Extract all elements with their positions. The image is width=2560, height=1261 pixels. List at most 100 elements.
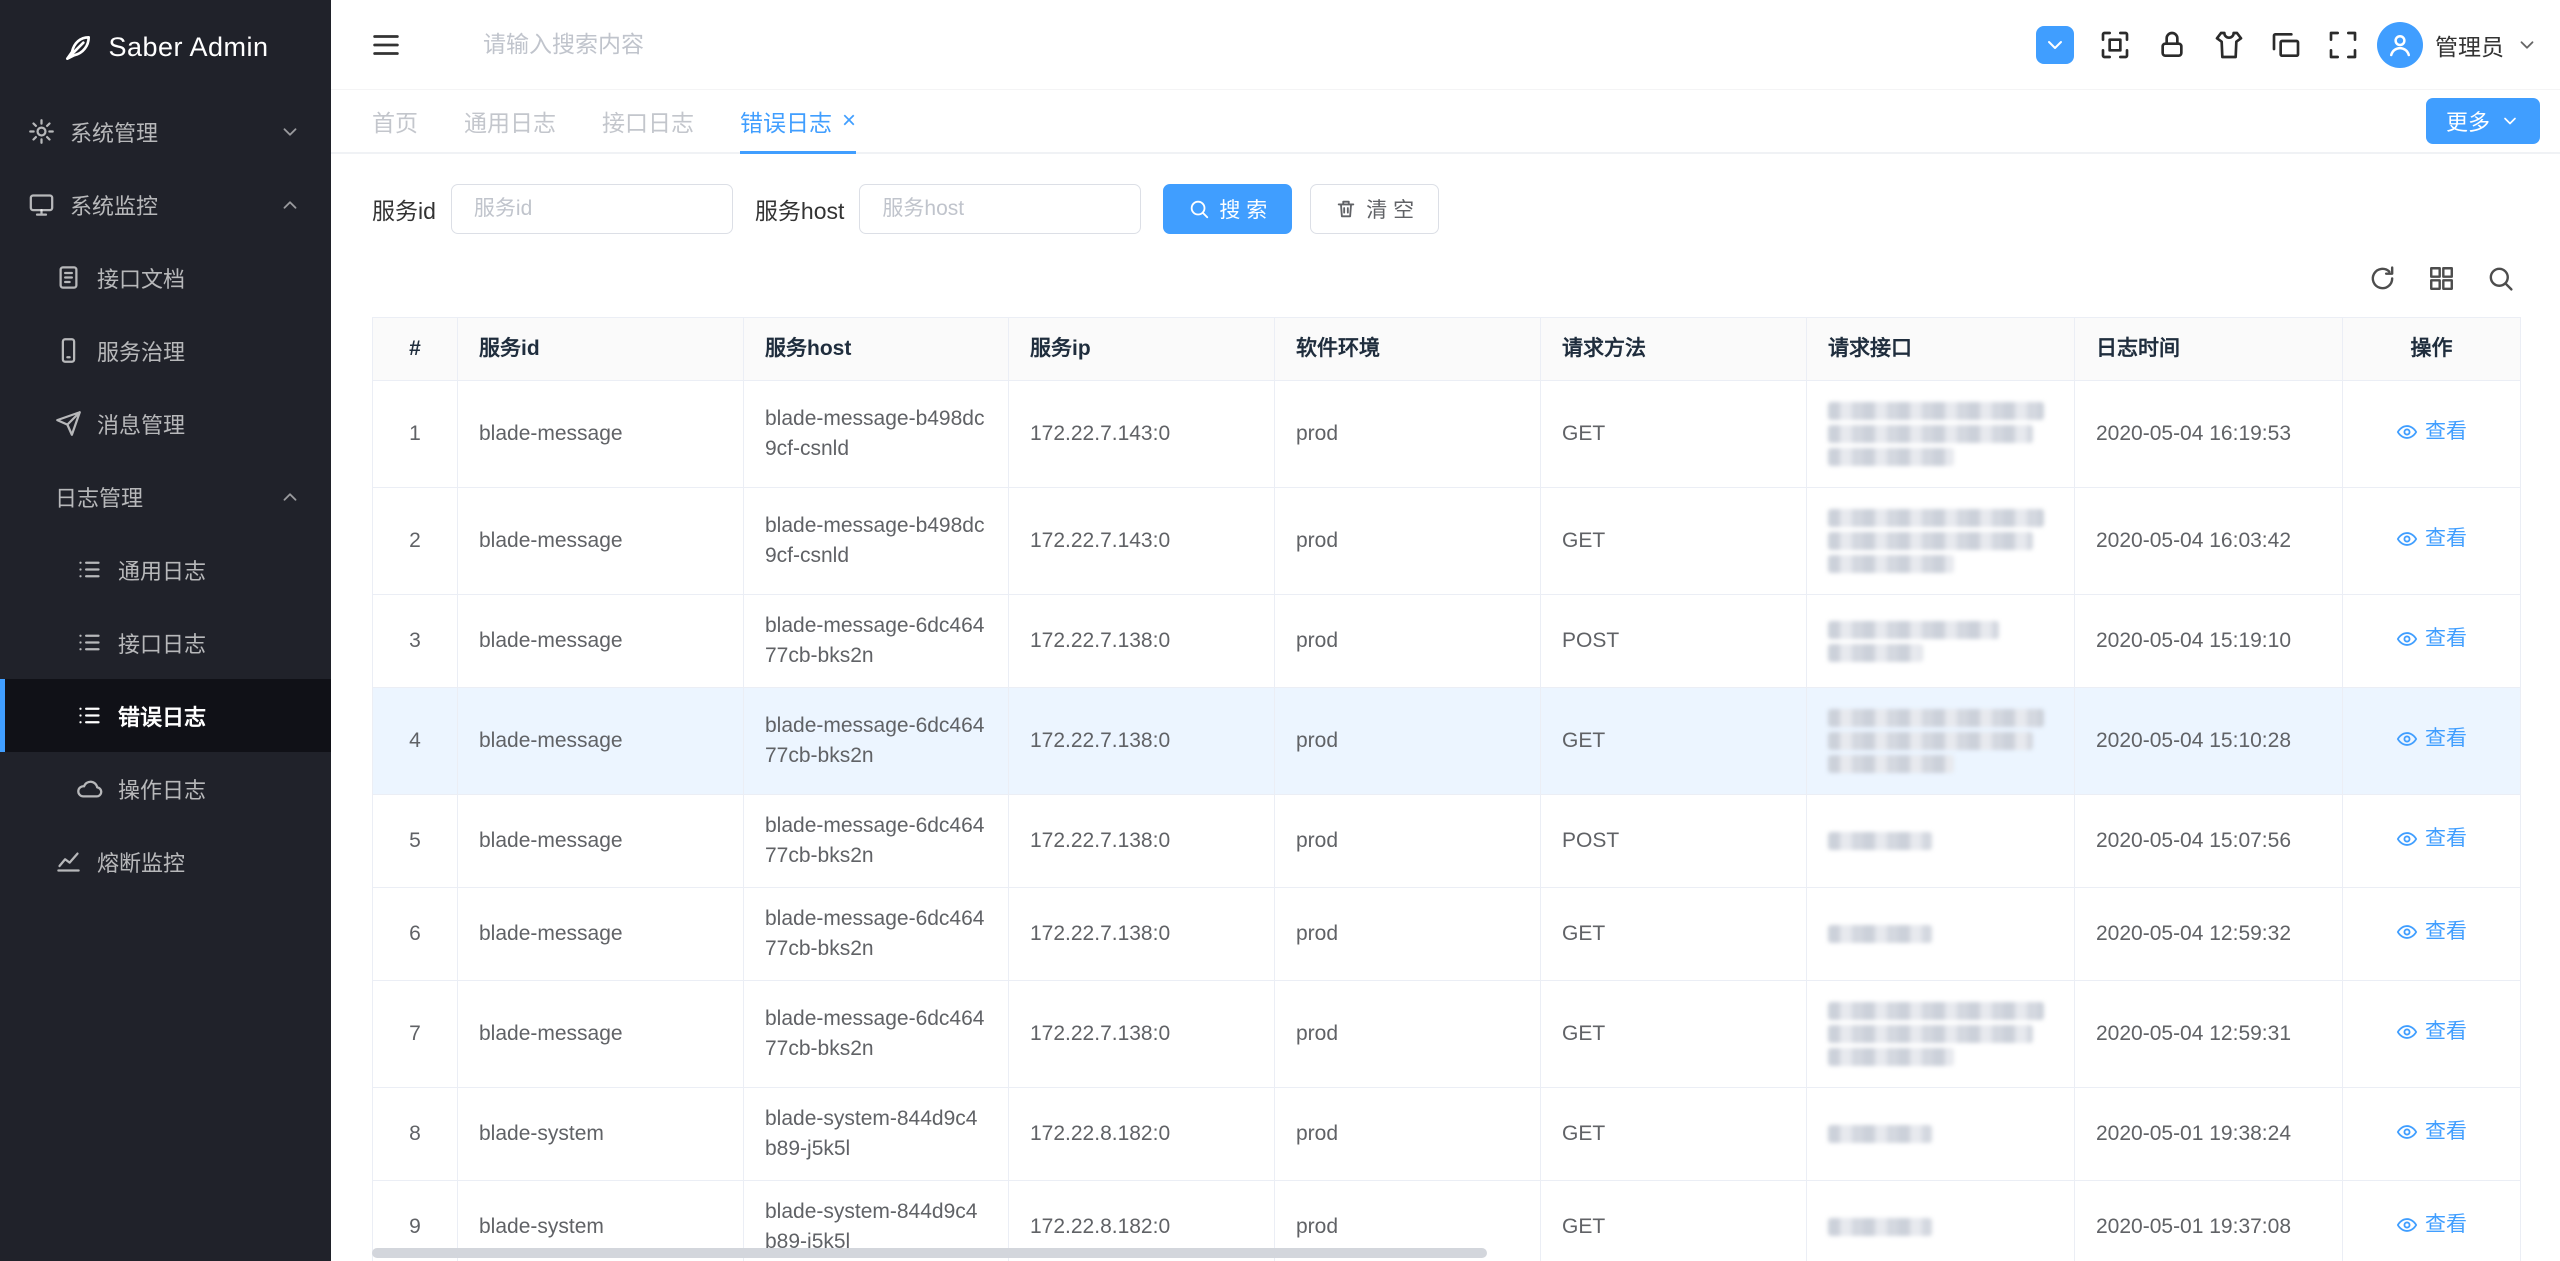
cell-request-api <box>1807 381 2075 488</box>
tab-0[interactable]: 首页 <box>372 90 418 152</box>
cell-method: GET <box>1541 981 1807 1088</box>
cell-method: GET <box>1541 381 1807 488</box>
cell-log-time: 2020-05-04 15:07:56 <box>2075 795 2343 888</box>
cell-request-api <box>1807 1181 2075 1261</box>
menu-toggle-button[interactable] <box>369 28 403 62</box>
notification-icon[interactable] <box>2036 26 2074 64</box>
search-toggle-icon[interactable] <box>2486 264 2515 293</box>
monitor-icon <box>28 191 55 218</box>
tab-2[interactable]: 接口日志 <box>602 90 694 152</box>
sidebar-item-9[interactable]: 操作日志 <box>0 752 331 825</box>
redacted-text <box>1828 832 1932 850</box>
view-button[interactable]: 查看 <box>2396 1210 2467 1240</box>
sidebar-item-0[interactable]: 系统管理 <box>0 95 331 168</box>
refresh-icon[interactable] <box>2368 264 2397 293</box>
service-host-input[interactable] <box>859 184 1141 234</box>
redacted-text <box>1828 1025 2033 1043</box>
more-button[interactable]: 更多 <box>2426 98 2540 144</box>
eye-icon <box>2396 921 2418 943</box>
sidebar-item-6[interactable]: 通用日志 <box>0 533 331 606</box>
cell-index: 7 <box>373 981 458 1088</box>
cloud-icon <box>76 775 103 802</box>
tabs: 首页通用日志接口日志错误日志× <box>372 90 902 152</box>
cell-service-ip: 172.22.7.138:0 <box>1009 795 1275 888</box>
cell-index: 5 <box>373 795 458 888</box>
cell-service-id: blade-system <box>458 1088 744 1181</box>
view-button[interactable]: 查看 <box>2396 917 2467 947</box>
sidebar-item-2[interactable]: 接口文档 <box>0 241 331 314</box>
cell-service-host: blade-message-b498dc9cf-csnld <box>744 488 1009 595</box>
tab-close-icon[interactable]: × <box>842 109 856 133</box>
username: 管理员 <box>2435 28 2504 62</box>
lock-icon[interactable] <box>2156 29 2188 61</box>
horizontal-scrollbar[interactable] <box>372 1248 1487 1258</box>
view-button[interactable]: 查看 <box>2396 417 2467 447</box>
view-button-label: 查看 <box>2425 1210 2467 1240</box>
cell-env: prod <box>1275 381 1541 488</box>
cell-index: 1 <box>373 381 458 488</box>
redacted-text <box>1828 1218 1932 1236</box>
cell-env: prod <box>1275 688 1541 795</box>
list-icon <box>76 702 103 729</box>
user-menu[interactable]: 管理员 <box>2377 22 2538 68</box>
cell-env: prod <box>1275 795 1541 888</box>
sidebar-item-7[interactable]: 接口日志 <box>0 606 331 679</box>
search-button[interactable]: 搜 索 <box>1163 184 1292 234</box>
view-button-label: 查看 <box>2425 417 2467 447</box>
logo[interactable]: Saber Admin <box>0 0 331 95</box>
sidebar-item-8[interactable]: 错误日志 <box>0 679 331 752</box>
cell-service-host: blade-message-6dc46477cb-bks2n <box>744 795 1009 888</box>
service-id-input[interactable] <box>451 184 733 234</box>
eye-icon <box>2396 528 2418 550</box>
view-button[interactable]: 查看 <box>2396 724 2467 754</box>
redacted-text <box>1828 1125 1932 1143</box>
theme-icon[interactable] <box>2213 29 2245 61</box>
view-button[interactable]: 查看 <box>2396 1017 2467 1047</box>
eye-icon <box>2396 728 2418 750</box>
tab-3[interactable]: 错误日志× <box>740 90 856 152</box>
global-search-input[interactable] <box>483 31 923 58</box>
table-row-7: 7blade-messageblade-message-6dc46477cb-b… <box>373 981 2521 1088</box>
redacted-text <box>1828 644 1923 662</box>
chevron-down-icon <box>279 121 301 143</box>
view-button[interactable]: 查看 <box>2396 624 2467 654</box>
screenshot-icon[interactable] <box>2099 29 2131 61</box>
sidebar-item-1[interactable]: 系统监控 <box>0 168 331 241</box>
search-button-label: 搜 索 <box>1219 194 1267 224</box>
cell-action: 查看 <box>2343 381 2521 488</box>
column-setting-icon[interactable] <box>2427 264 2456 293</box>
multi-screen-icon[interactable] <box>2270 29 2302 61</box>
cell-index: 2 <box>373 488 458 595</box>
cell-action: 查看 <box>2343 688 2521 795</box>
sidebar-item-4[interactable]: 消息管理 <box>0 387 331 460</box>
fullscreen-icon[interactable] <box>2327 29 2359 61</box>
cell-method: GET <box>1541 888 1807 981</box>
cell-log-time: 2020-05-04 16:03:42 <box>2075 488 2343 595</box>
redacted-text <box>1828 621 1999 639</box>
cell-action: 查看 <box>2343 488 2521 595</box>
view-button[interactable]: 查看 <box>2396 524 2467 554</box>
redacted-text <box>1828 732 2033 750</box>
sidebar-item-5[interactable]: 日志管理 <box>0 460 331 533</box>
main-area: 管理员 首页通用日志接口日志错误日志× 更多 服务id 服务host 搜 索 <box>331 0 2560 1261</box>
redacted-text <box>1828 555 1954 573</box>
view-button[interactable]: 查看 <box>2396 1117 2467 1147</box>
cell-env: prod <box>1275 1088 1541 1181</box>
sidebar-item-label: 通用日志 <box>118 554 206 586</box>
cell-service-ip: 172.22.7.143:0 <box>1009 488 1275 595</box>
cell-index: 8 <box>373 1088 458 1181</box>
sidebar-item-label: 系统管理 <box>70 116 158 148</box>
sidebar-item-10[interactable]: 熔断监控 <box>0 825 331 898</box>
sidebar-item-3[interactable]: 服务治理 <box>0 314 331 387</box>
clear-button[interactable]: 清 空 <box>1310 184 1439 234</box>
cell-request-api <box>1807 888 2075 981</box>
tabbar: 首页通用日志接口日志错误日志× 更多 <box>331 90 2560 154</box>
tab-1[interactable]: 通用日志 <box>464 90 556 152</box>
view-button-label: 查看 <box>2425 1117 2467 1147</box>
column-header-8: 操作 <box>2343 318 2521 381</box>
gear-icon <box>28 118 55 145</box>
doc-icon <box>55 264 82 291</box>
view-button[interactable]: 查看 <box>2396 824 2467 854</box>
topbar: 管理员 <box>331 0 2560 90</box>
redacted-text <box>1828 709 2044 727</box>
